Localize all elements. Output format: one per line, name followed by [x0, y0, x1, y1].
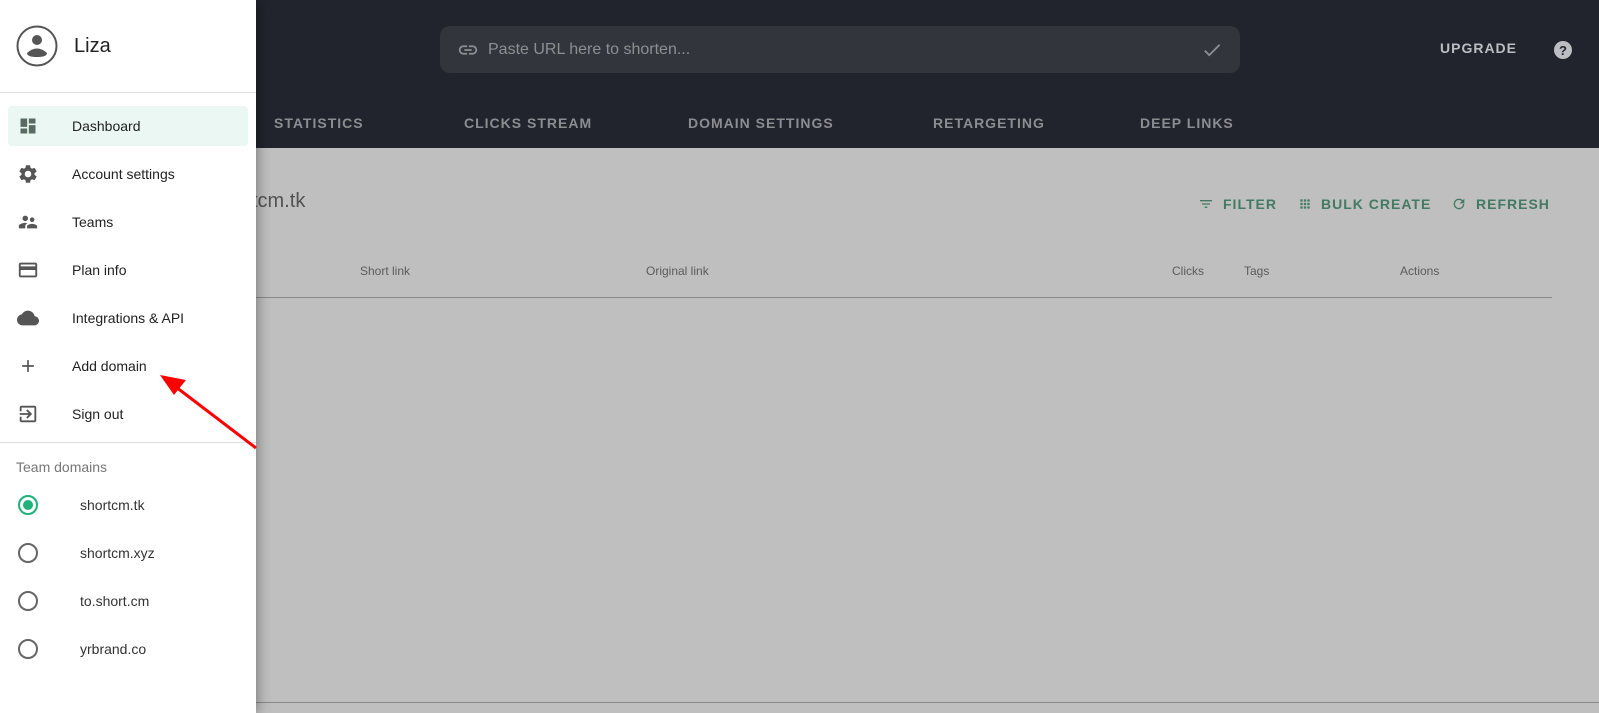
avatar-icon — [16, 25, 58, 67]
menu-label: Plan info — [72, 262, 127, 278]
url-input[interactable] — [488, 40, 1200, 59]
menu-label: Sign out — [72, 406, 124, 422]
credit-card-icon — [17, 259, 39, 281]
menu-label: Dashboard — [72, 118, 141, 134]
plus-icon — [17, 355, 39, 377]
menu-item-sign-out[interactable]: Sign out — [8, 394, 248, 434]
domain-label: shortcm.tk — [80, 497, 145, 513]
domain-option-shortcm-tk[interactable]: shortcm.tk — [0, 481, 256, 529]
drawer-menu: Dashboard Account settings Teams Plan in… — [0, 93, 256, 434]
tab-statistics[interactable]: STATISTICS — [274, 115, 364, 131]
dashboard-icon — [17, 115, 39, 137]
menu-item-dashboard[interactable]: Dashboard — [8, 106, 248, 146]
menu-label: Add domain — [72, 358, 147, 374]
domain-option-yrbrand-co[interactable]: yrbrand.co — [0, 625, 256, 673]
radio-unselected[interactable] — [18, 591, 38, 611]
menu-item-add-domain[interactable]: Add domain — [8, 346, 248, 386]
link-icon — [456, 38, 480, 62]
profile-header: Liza — [0, 0, 256, 93]
menu-item-integrations-api[interactable]: Integrations & API — [8, 298, 248, 338]
gear-icon — [17, 163, 39, 185]
people-icon — [17, 211, 39, 233]
domain-label: shortcm.xyz — [80, 545, 155, 561]
tab-deep-links[interactable]: DEEP LINKS — [1140, 115, 1234, 131]
tab-domain-settings[interactable]: DOMAIN SETTINGS — [688, 115, 834, 131]
menu-label: Teams — [72, 214, 114, 230]
radio-unselected[interactable] — [18, 639, 38, 659]
tab-retargeting[interactable]: RETARGETING — [933, 115, 1045, 131]
cloud-icon — [17, 307, 39, 329]
url-shorten-box[interactable] — [440, 26, 1240, 73]
help-icon[interactable]: ? — [1554, 41, 1572, 59]
radio-selected[interactable] — [18, 495, 38, 515]
team-domains-heading: Team domains — [16, 459, 108, 475]
check-icon[interactable] — [1200, 38, 1224, 62]
radio-unselected[interactable] — [18, 543, 38, 563]
domain-label: yrbrand.co — [80, 641, 147, 657]
navigation-drawer: Liza Dashboard Account settings Teams Pl… — [0, 0, 256, 713]
domain-option-to-short-cm[interactable]: to.short.cm — [0, 577, 256, 625]
menu-label: Integrations & API — [72, 310, 185, 326]
menu-label: Account settings — [72, 166, 175, 182]
upgrade-button[interactable]: UPGRADE — [1440, 40, 1517, 60]
sign-out-icon — [17, 403, 39, 425]
menu-item-plan-info[interactable]: Plan info — [8, 250, 248, 290]
domain-option-shortcm-xyz[interactable]: shortcm.xyz — [0, 529, 256, 577]
menu-item-account-settings[interactable]: Account settings — [8, 154, 248, 194]
user-name: Liza — [74, 34, 111, 57]
tab-clicks-stream[interactable]: CLICKS STREAM — [464, 115, 592, 131]
domain-label: to.short.cm — [80, 593, 150, 609]
menu-item-teams[interactable]: Teams — [8, 202, 248, 242]
